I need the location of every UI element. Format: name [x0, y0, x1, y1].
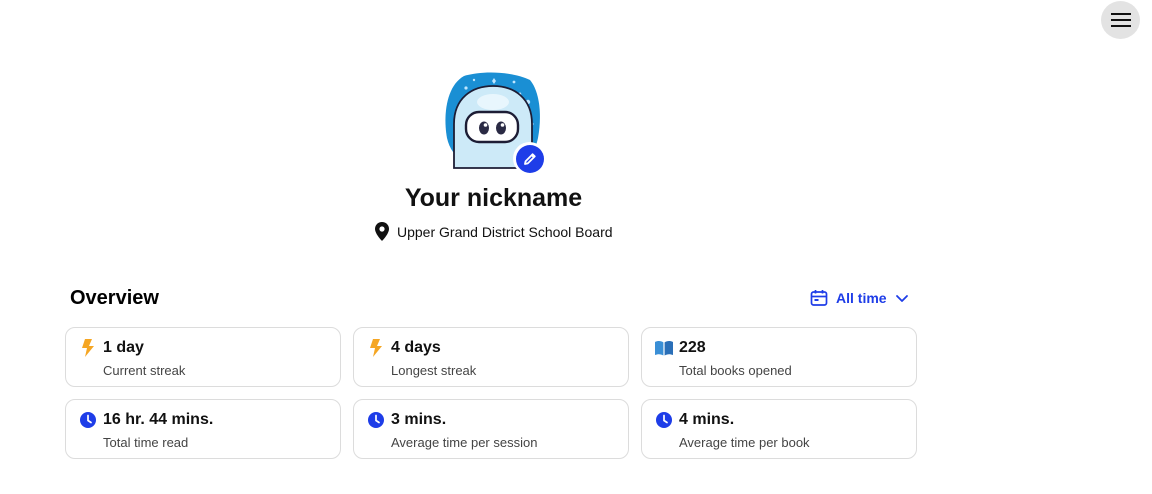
map-pin-icon: [375, 222, 389, 241]
open-book-icon: [655, 339, 673, 357]
lightning-icon: [79, 339, 97, 357]
chevron-down-icon: [895, 295, 908, 302]
stat-value: 1 day: [103, 339, 144, 356]
stat-value: 4 mins.: [679, 411, 735, 428]
stat-label: Longest streak: [391, 363, 477, 378]
hamburger-menu-icon: [1110, 13, 1131, 27]
overview-title: Overview: [70, 287, 159, 309]
stat-label: Current streak: [103, 363, 186, 378]
clock-icon: [79, 411, 97, 429]
stat-value: 16 hr. 44 mins.: [103, 411, 214, 428]
stat-label: Total time read: [103, 435, 189, 450]
stat-card-longest-streak: 4 days Longest streak: [353, 327, 629, 387]
menu-button[interactable]: [1101, 1, 1140, 39]
profile-nickname: Your nickname: [404, 184, 583, 212]
stat-label: Average time per book: [679, 435, 810, 450]
stat-value: 4 days: [391, 339, 441, 356]
stat-card-average-time-per-session: 3 mins. Average time per session: [353, 399, 629, 459]
location-text: Upper Grand District School Board: [397, 223, 613, 240]
edit-avatar-button[interactable]: [513, 142, 546, 175]
time-period-label: All time: [836, 290, 887, 306]
stat-label: Average time per session: [391, 435, 538, 450]
clock-icon: [655, 411, 673, 429]
avatar-container: [444, 72, 546, 175]
pencil-icon: [523, 152, 536, 165]
stat-card-current-streak: 1 day Current streak: [65, 327, 341, 387]
stat-card-average-time-per-book: 4 mins. Average time per book: [641, 399, 917, 459]
stat-card-total-books-opened: 228 Total books opened: [641, 327, 917, 387]
location-row: Upper Grand District School Board: [375, 222, 613, 241]
time-period-dropdown[interactable]: All time: [810, 289, 909, 307]
calendar-icon: [810, 290, 828, 306]
stat-label: Total books opened: [679, 363, 792, 378]
stat-card-total-time-read: 16 hr. 44 mins. Total time read: [65, 399, 341, 459]
clock-icon: [367, 411, 385, 429]
lightning-icon: [367, 339, 385, 357]
stat-value: 3 mins.: [391, 411, 447, 428]
stat-value: 228: [679, 339, 706, 356]
